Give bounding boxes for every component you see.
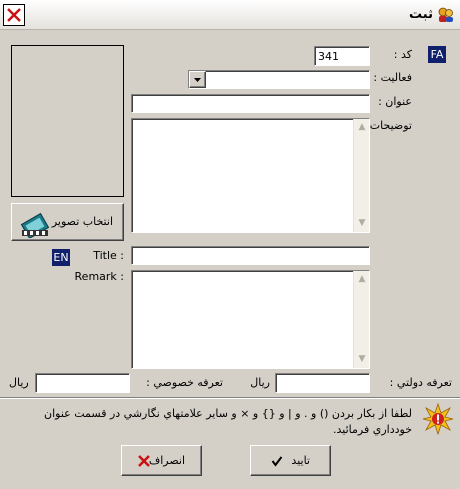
divider	[0, 397, 460, 399]
activity-label: فعاليت :	[373, 71, 412, 84]
en-language-badge: EN	[52, 249, 70, 266]
en-title-input[interactable]	[132, 247, 369, 264]
gov-currency-label: ريال	[250, 376, 270, 389]
private-currency-label: ريال	[9, 376, 29, 389]
code-label: کد :	[393, 48, 412, 61]
warning-burst-icon	[422, 403, 454, 435]
private-tariff-label: تعرفه خصوصي :	[146, 376, 223, 389]
en-title-label: Title :	[93, 249, 124, 262]
title-label: عنوان :	[378, 95, 412, 108]
code-field[interactable]	[314, 46, 370, 66]
en-title-field[interactable]	[131, 246, 370, 265]
title-input[interactable]	[132, 95, 369, 112]
confirm-button[interactable]: تاييد	[250, 445, 331, 476]
description-scrollbar[interactable]: ▲ ▼	[353, 119, 369, 232]
cancel-label: انصراف	[148, 454, 185, 467]
private-tariff-field[interactable]	[35, 373, 130, 393]
activity-dropdown-button[interactable]	[189, 71, 206, 88]
chevron-down-icon	[194, 78, 201, 82]
remark-label: Remark :	[74, 270, 124, 283]
activity-select[interactable]	[188, 70, 370, 89]
title-bar: ثبت	[0, 0, 460, 30]
gov-tariff-input[interactable]	[276, 374, 369, 392]
cross-icon	[138, 455, 150, 467]
code-input[interactable]	[315, 47, 369, 65]
scroll-up-icon[interactable]: ▲	[355, 272, 369, 287]
cancel-button[interactable]: انصراف	[121, 445, 202, 476]
private-tariff-input[interactable]	[36, 374, 129, 392]
check-icon	[271, 456, 283, 467]
users-icon	[438, 7, 453, 22]
description-textarea[interactable]: ▲ ▼	[131, 118, 370, 233]
confirm-label: تاييد	[291, 454, 310, 467]
close-button[interactable]	[3, 4, 25, 26]
gov-tariff-label: تعرفه دولتي :	[389, 376, 452, 389]
select-photo-button[interactable]: انتخاب تصوير	[11, 203, 124, 241]
scroll-down-icon[interactable]: ▼	[355, 352, 369, 367]
fa-language-badge: FA	[428, 46, 446, 63]
scroll-down-icon[interactable]: ▼	[355, 216, 369, 231]
scroll-up-icon[interactable]: ▲	[355, 120, 369, 135]
notice-text: لطفا از بکار بردن () و . و | و {} و × و …	[44, 407, 412, 436]
close-icon	[7, 8, 21, 22]
remark-scrollbar[interactable]: ▲ ▼	[353, 271, 369, 368]
gov-tariff-field[interactable]	[275, 373, 370, 393]
window-title: ثبت	[409, 7, 433, 22]
title-field[interactable]	[131, 94, 370, 113]
film-icon	[20, 212, 50, 238]
remark-textarea[interactable]: ▲ ▼	[131, 270, 370, 369]
select-photo-label: انتخاب تصوير	[51, 215, 113, 228]
photo-preview	[11, 45, 124, 197]
